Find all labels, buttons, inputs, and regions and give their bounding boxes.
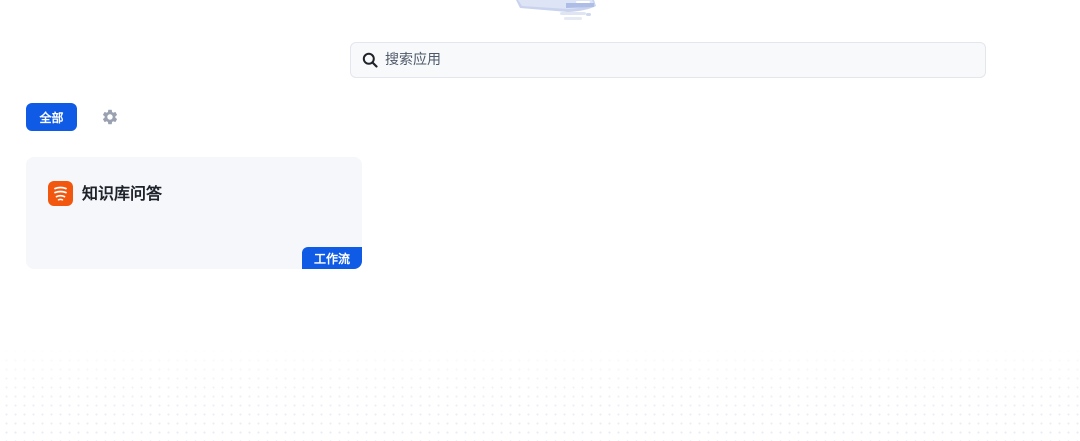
knowledge-base-icon (48, 181, 73, 206)
filter-all-button[interactable]: 全部 (26, 103, 77, 131)
app-list-page: 全部 知识库问答 工作流 (0, 0, 1080, 441)
gear-icon[interactable] (101, 108, 119, 126)
search-icon (361, 51, 379, 69)
monitor-illustration-icon (516, 0, 596, 20)
app-card[interactable]: 知识库问答 工作流 (26, 157, 362, 269)
dotted-background (0, 345, 1080, 441)
search-bar[interactable] (350, 42, 986, 78)
search-input[interactable] (385, 45, 945, 75)
app-type-badge: 工作流 (302, 247, 362, 269)
app-title: 知识库问答 (82, 184, 163, 203)
